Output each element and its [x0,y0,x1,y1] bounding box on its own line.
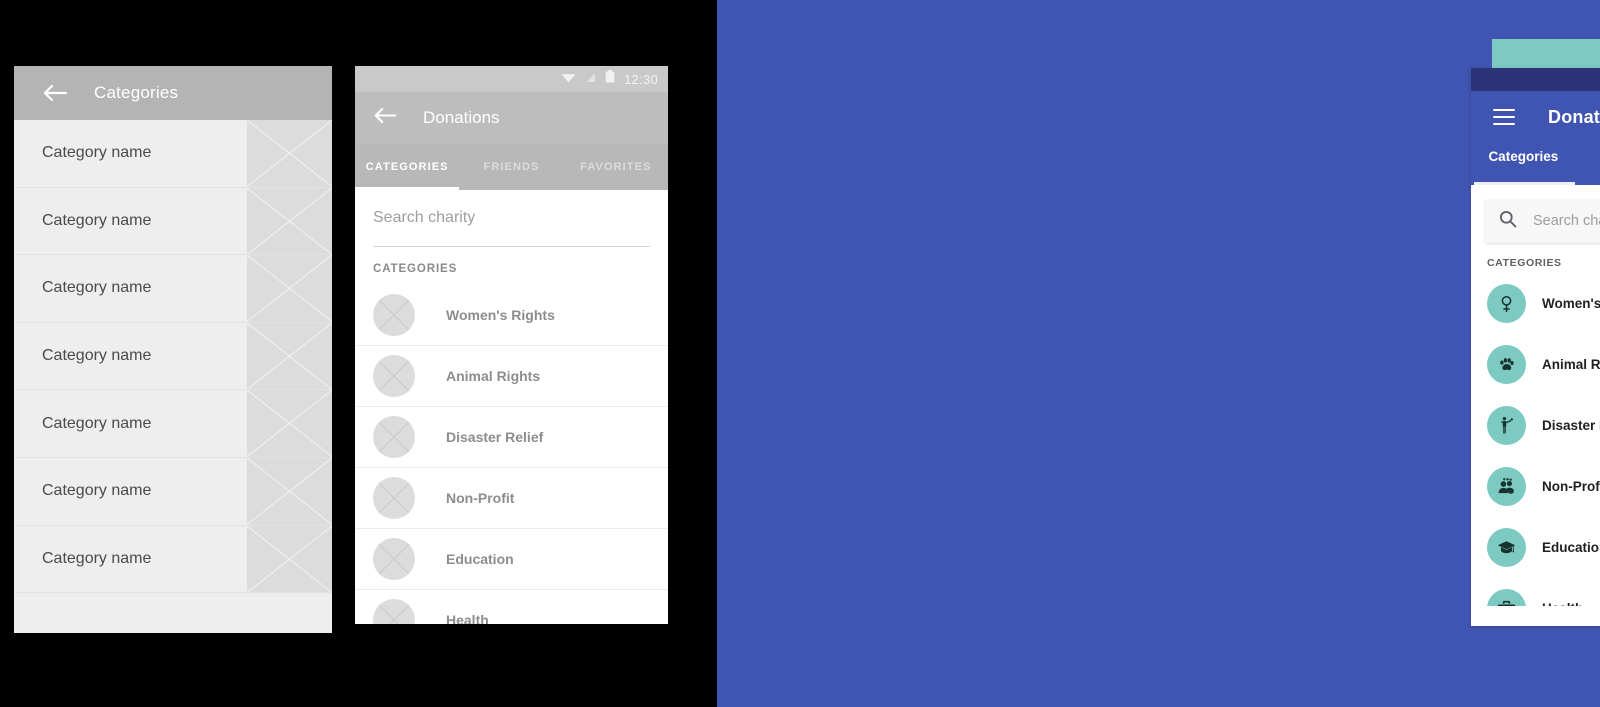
color-status-bar: 12:30 [1471,68,1600,91]
greyscale-phone-panel: 12:30 Donations CATEGORIES FRIENDS FAVORIT… [355,66,668,624]
wireframe-category-row[interactable]: Category name [14,322,332,391]
placeholder-avatar-icon [373,538,415,580]
tab-friends[interactable]: FRIENDS [459,161,563,173]
image-placeholder-icon [247,255,332,322]
wireframe-category-list: Category name Category name Category name C… [14,120,332,594]
tab-friends[interactable]: Friends [1576,149,1600,164]
placeholder-avatar-icon [373,416,415,458]
greyscale-category-list: Women's Rights Animal Rights Disaster Reli… [355,285,668,624]
wireframe-category-label: Category name [42,549,152,567]
placeholder-avatar-icon [373,294,415,336]
paw-print-icon [1487,345,1526,384]
wireframe-category-label: Category name [42,279,152,297]
wireframe-category-row[interactable]: Category name [14,390,332,458]
color-tab-bar: CategoriesFriendsFavorites [1471,143,1600,185]
section-header: CATEGORIES [1487,257,1562,269]
category-label: Animal Rights [1542,357,1600,372]
image-placeholder-icon [247,457,332,525]
battery-icon [605,70,615,88]
category-list-item[interactable]: Animal Rights [1471,334,1600,395]
image-placeholder-icon [247,120,332,187]
color-appbar: Donations [1471,91,1600,143]
wireframe-category-row[interactable]: Category name [14,255,332,323]
wifi-icon [561,70,576,88]
section-header: CATEGORIES [373,263,458,275]
wireframe-category-label: Category name [42,414,152,432]
image-placeholder-icon [247,187,332,255]
category-list-item[interactable]: Women's Rights [1471,273,1600,334]
category-label: Education [446,551,514,567]
placeholder-avatar-icon [373,477,415,519]
search-input[interactable]: Search charity [1485,199,1600,243]
category-label: Health [1542,601,1583,606]
wireframe-category-label: Category name [42,482,152,500]
wireframe-category-label: Category name [42,144,152,162]
category-list-item[interactable]: Women's Rights [355,285,668,346]
graduation-cap-icon [1487,528,1526,567]
greyscale-search-field[interactable]: Search charity [355,190,668,246]
wireframe-list-footer [14,593,332,634]
venus-female-icon [1487,284,1526,323]
wireframe-category-row[interactable]: Category name [14,457,332,526]
category-list-item[interactable]: Non-Profit [1471,456,1600,517]
color-content-area: Search charity CATEGORIES Women's Rights… [1471,185,1600,606]
wireframe-phone-panel: Categories Category name Category name Cat… [14,66,332,634]
active-tab-indicator [355,187,460,190]
signal-icon [585,70,596,88]
category-list-item[interactable]: Health [1471,578,1600,606]
category-list-item[interactable]: Education [355,529,668,590]
category-list-item[interactable]: Disaster Relief [1471,395,1600,456]
wireframe-appbar: Categories [14,66,332,120]
arrow-back-icon[interactable] [42,83,68,103]
image-placeholder-icon [247,525,332,593]
hamburger-menu-icon[interactable] [1493,109,1515,125]
image-placeholder-icon [247,322,332,390]
search-placeholder: Search charity [373,209,476,226]
blue-background-panel: 12:30 Donations CategoriesFriendsFavorit… [717,0,1600,707]
arrow-back-icon[interactable] [373,106,397,130]
tab-categories[interactable]: Categories [1471,149,1576,164]
wireframe-category-label: Category name [42,211,152,229]
category-list-item[interactable]: Non-Profit [355,468,668,529]
image-placeholder-icon [247,390,332,457]
category-label: Animal Rights [446,368,541,384]
wireframe-category-row[interactable]: Category name [14,120,332,188]
category-label: Health [446,612,489,624]
category-label: Non-Profit [446,490,515,506]
color-phone-panel: 12:30 Donations CategoriesFriendsFavorit… [1471,68,1600,626]
category-label: Non-Profit [1542,479,1600,494]
category-label: Women's Rights [1542,296,1600,311]
slide-canvas: Categories Category name Category name Cat… [0,0,1600,707]
people-group-icon [1487,467,1526,506]
category-list-item[interactable]: Health [355,590,668,624]
tab-favorites[interactable]: FAVORITES [564,161,668,173]
search-container: Search charity [1471,185,1600,243]
placeholder-avatar-icon [373,599,415,624]
wireframe-category-label: Category name [42,347,152,365]
medical-briefcase-icon [1487,589,1526,606]
category-label: Disaster Relief [446,429,544,445]
category-label: Women's Rights [446,307,555,323]
greyscale-tab-bar: CATEGORIES FRIENDS FAVORITES [355,144,668,190]
rescue-person-icon [1487,406,1526,445]
wireframe-category-row[interactable]: Category name [14,525,332,594]
category-label: Disaster Relief [1542,418,1600,433]
category-label: Education [1542,540,1600,555]
category-list-item[interactable]: Education [1471,517,1600,578]
page-title: Donations [423,108,500,127]
tab-categories[interactable]: CATEGORIES [355,161,459,173]
status-clock: 12:30 [623,71,658,87]
page-title: Categories [94,83,179,102]
wireframe-category-row[interactable]: Category name [14,187,332,256]
category-list-item[interactable]: Animal Rights [355,346,668,407]
greyscale-appbar: Donations [355,92,668,144]
search-icon [1499,210,1517,233]
color-category-list: Women's Rights Animal Rights Disaster Reli… [1471,273,1600,606]
page-title: Donations [1548,106,1600,127]
greyscale-status-bar: 12:30 [355,66,668,92]
search-placeholder: Search charity [1533,213,1600,229]
category-list-item[interactable]: Disaster Relief [355,407,668,468]
placeholder-avatar-icon [373,355,415,397]
